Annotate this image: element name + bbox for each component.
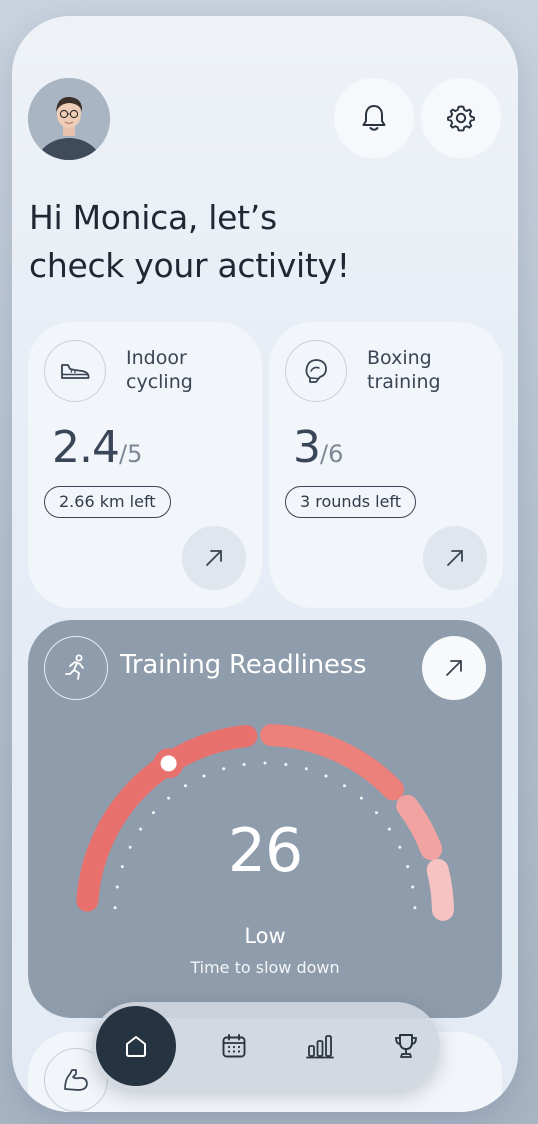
readiness-advice: Time to slow down	[190, 958, 340, 977]
open-readiness-button[interactable]	[422, 636, 486, 700]
arrow-up-right-icon	[446, 660, 462, 676]
gauge-tick-dot	[222, 767, 226, 771]
gear-icon	[447, 105, 475, 132]
nav-trophies[interactable]	[376, 1016, 436, 1076]
bottom-navigation	[92, 1002, 440, 1090]
nav-home[interactable]	[96, 1006, 176, 1086]
boxing-glove-icon	[305, 359, 327, 383]
gauge-tick-dot	[184, 784, 187, 788]
activity-card-indoor-cycling[interactable]: Indoor cycling 2.4/5 2.66 km left	[28, 322, 262, 608]
card-title: Boxing training	[367, 346, 487, 394]
card-progress-value: 2.4/5	[52, 422, 142, 473]
gauge-tick-dot	[152, 811, 155, 815]
nav-stats[interactable]	[290, 1016, 350, 1076]
target-value: /6	[320, 440, 344, 468]
training-readiness-card[interactable]: Training Readliness 26 Low Time to slow …	[28, 620, 502, 1018]
card-title-line-2: training	[367, 371, 441, 393]
arrow-up-right-icon	[206, 550, 222, 566]
home-icon	[126, 1036, 146, 1057]
avatar[interactable]	[28, 78, 110, 160]
gauge-marker	[153, 748, 184, 779]
gauge-tick-dot	[413, 906, 417, 910]
readiness-title: Training Readliness	[120, 650, 367, 680]
calendar-icon	[222, 1034, 246, 1058]
gauge-tick-dot	[242, 763, 246, 766]
current-value: 3	[293, 422, 321, 473]
arrow-up-right-icon	[447, 550, 463, 566]
running-person-icon-wrap	[44, 636, 108, 700]
gauge-tick-dot	[343, 784, 346, 788]
gauge-tick-dot	[359, 796, 363, 800]
gauge-segment-2	[260, 724, 404, 801]
gauge-tick-dot	[324, 774, 328, 778]
remaining-badge: 3 rounds left	[285, 486, 417, 518]
remaining-badge: 2.66 km left	[44, 486, 171, 518]
notifications-button[interactable]	[334, 78, 414, 158]
target-value: /5	[118, 440, 143, 468]
sneaker-icon	[61, 364, 90, 379]
trophy-icon	[395, 1034, 417, 1058]
gauge-tick-dot	[375, 811, 378, 815]
flexed-arm-icon	[64, 1069, 88, 1091]
bell-icon	[362, 105, 386, 131]
gauge-tick-dot	[284, 763, 288, 766]
open-card-button[interactable]	[182, 526, 246, 590]
greeting-line-2: check your activity!	[29, 246, 350, 285]
gauge-tick-dot	[202, 774, 206, 778]
settings-button[interactable]	[421, 78, 501, 158]
bar-chart-icon	[306, 1035, 334, 1059]
sneaker-icon-wrap	[44, 340, 106, 402]
user-avatar-icon	[28, 78, 110, 160]
activity-card-boxing-training[interactable]: Boxing training 3/6 3 rounds left	[269, 322, 503, 608]
running-person-icon	[65, 654, 84, 680]
readiness-level: Low	[244, 924, 286, 948]
card-progress-value: 3/6	[293, 422, 343, 473]
card-title-line-1: Boxing	[367, 347, 432, 369]
card-title-line-2: cycling	[126, 371, 193, 393]
boxing-glove-icon-wrap	[285, 340, 347, 402]
current-value: 2.4	[52, 422, 120, 473]
gauge-tick-dot	[263, 761, 267, 765]
readiness-score: 26	[227, 816, 303, 886]
gauge-tick-dot	[167, 796, 171, 800]
greeting-heading: Hi Monica, let’s check your activity!	[29, 194, 499, 290]
card-title: Indoor cycling	[126, 346, 246, 394]
gauge-tick-dot	[113, 906, 117, 910]
greeting-line-1: Hi Monica, let’s	[29, 198, 277, 237]
nav-calendar[interactable]	[204, 1016, 264, 1076]
gauge-tick-dot	[304, 767, 308, 771]
gauge-marker-dot	[160, 755, 177, 772]
open-card-button[interactable]	[423, 526, 487, 590]
phone-screen: Hi Monica, let’s check your activity! In…	[12, 16, 518, 1112]
card-title-line-1: Indoor	[126, 347, 187, 369]
